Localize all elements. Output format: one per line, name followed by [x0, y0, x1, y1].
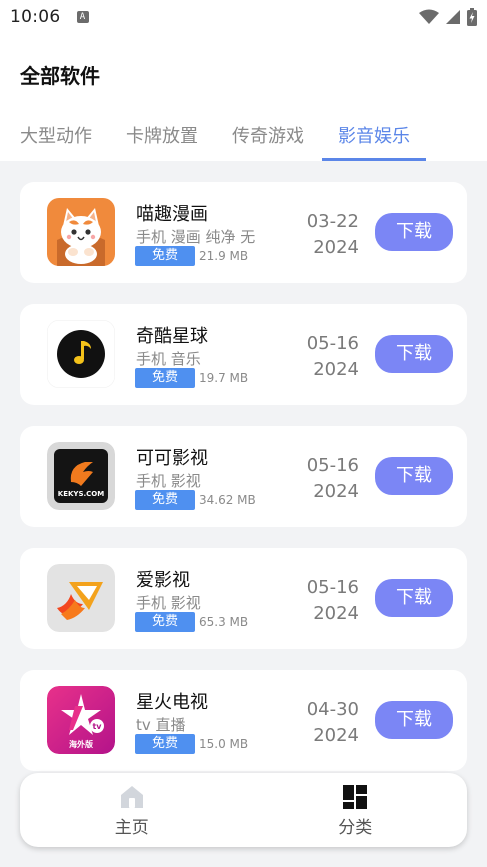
home-icon — [120, 786, 143, 808]
download-button[interactable]: 下载 — [375, 335, 453, 373]
app-name: 喵趣漫画 — [136, 204, 208, 225]
app-tags: tv 直播 — [136, 716, 186, 734]
app-size: 65.3 MB — [199, 615, 249, 629]
app-date: 05-16 2024 — [307, 575, 359, 627]
wifi-icon — [419, 9, 439, 24]
app-tags: 手机 影视 — [136, 472, 201, 490]
kekys-logo-icon: KEKYS.COM — [47, 442, 115, 510]
app-card[interactable]: 喵趣漫画 手机 漫画 纯净 无 免费 21.9 MB 03-22 2024 下载 — [20, 182, 467, 283]
app-size: 21.9 MB — [199, 249, 249, 263]
app-date-year: 2024 — [313, 237, 359, 258]
bottom-nav: 主页 分类 — [20, 773, 467, 847]
nav-home[interactable]: 主页 — [20, 773, 244, 847]
app-name: 可可影视 — [136, 448, 208, 469]
app-tags: 手机 音乐 — [136, 350, 201, 368]
star-tv-icon: tv 海外版 — [47, 686, 115, 754]
signal-icon — [446, 10, 460, 24]
free-badge: 免费 — [135, 612, 195, 632]
app-date-month-day: 05-16 — [306, 577, 359, 598]
app-date-year: 2024 — [313, 603, 359, 624]
app-date: 05-16 2024 — [307, 331, 359, 383]
download-button[interactable]: 下载 — [375, 213, 453, 251]
tab-media-entertainment[interactable]: 影音娱乐 — [322, 120, 426, 161]
app-date-month-day: 03-22 — [306, 211, 359, 232]
app-card[interactable]: 爱影视 手机 影视 免费 65.3 MB 05-16 2024 下载 — [20, 548, 467, 649]
star-tv-icon-sub-text: 海外版 — [69, 739, 93, 749]
app-size: 19.7 MB — [199, 371, 249, 385]
star-tv-icon-tv-text: tv — [92, 722, 102, 731]
free-badge: 免费 — [135, 490, 195, 510]
app-card[interactable]: 奇酷星球 手机 音乐 免费 19.7 MB 05-16 2024 下载 — [20, 304, 467, 405]
app-name: 奇酷星球 — [136, 326, 208, 347]
tab-legend-games[interactable]: 传奇游戏 — [232, 120, 304, 161]
free-badge: 免费 — [135, 246, 195, 266]
app-date-month-day: 05-16 — [306, 333, 359, 354]
flame-play-icon — [47, 564, 115, 632]
music-note-icon — [47, 320, 115, 388]
app-list: 喵趣漫画 手机 漫画 纯净 无 免费 21.9 MB 03-22 2024 下载… — [20, 182, 467, 792]
app-date: 05-16 2024 — [307, 453, 359, 505]
cartoon-cat-icon — [47, 198, 115, 266]
app-date-year: 2024 — [313, 359, 359, 380]
app-card[interactable]: tv 海外版 星火电视 tv 直播 免费 15.0 MB 04-30 2024 … — [20, 670, 467, 771]
download-button[interactable]: 下载 — [375, 579, 453, 617]
download-button[interactable]: 下载 — [375, 701, 453, 739]
page-title: 全部软件 — [20, 64, 100, 88]
nav-category-label: 分类 — [338, 818, 373, 838]
app-card[interactable]: KEKYS.COM 可可影视 手机 影视 免费 34.62 MB 05-16 2… — [20, 426, 467, 527]
app-date: 03-22 2024 — [307, 209, 359, 261]
tab-action-games[interactable]: 大型动作 — [20, 120, 92, 161]
app-size: 15.0 MB — [199, 737, 249, 751]
header: 全部软件 大型动作 卡牌放置 传奇游戏 影音娱乐 — [0, 34, 487, 161]
app-date: 04-30 2024 — [307, 697, 359, 749]
free-badge: 免费 — [135, 734, 195, 754]
app-size: 34.62 MB — [199, 493, 256, 507]
app-tags: 手机 漫画 纯净 无 — [136, 228, 256, 246]
tab-card-idle[interactable]: 卡牌放置 — [126, 120, 198, 161]
free-badge: 免费 — [135, 368, 195, 388]
grid-layout-icon — [343, 785, 368, 809]
app-tags: 手机 影视 — [136, 594, 201, 612]
status-bar: 10:06 A — [0, 0, 487, 34]
notification-icon: A — [76, 11, 89, 23]
category-tabs: 大型动作 卡牌放置 传奇游戏 影音娱乐 — [0, 120, 487, 161]
kekys-icon-text: KEKYS.COM — [58, 490, 104, 498]
app-name: 星火电视 — [136, 692, 208, 713]
nav-home-label: 主页 — [114, 818, 149, 838]
app-name: 爱影视 — [136, 570, 190, 591]
nav-category[interactable]: 分类 — [244, 773, 468, 847]
app-date-month-day: 05-16 — [306, 455, 359, 476]
download-button[interactable]: 下载 — [375, 457, 453, 495]
battery-icon — [467, 8, 477, 26]
app-date-year: 2024 — [313, 481, 359, 502]
app-date-year: 2024 — [313, 725, 359, 746]
status-time: 10:06 — [10, 7, 61, 27]
app-date-month-day: 04-30 — [306, 699, 359, 720]
status-icons — [419, 8, 477, 26]
